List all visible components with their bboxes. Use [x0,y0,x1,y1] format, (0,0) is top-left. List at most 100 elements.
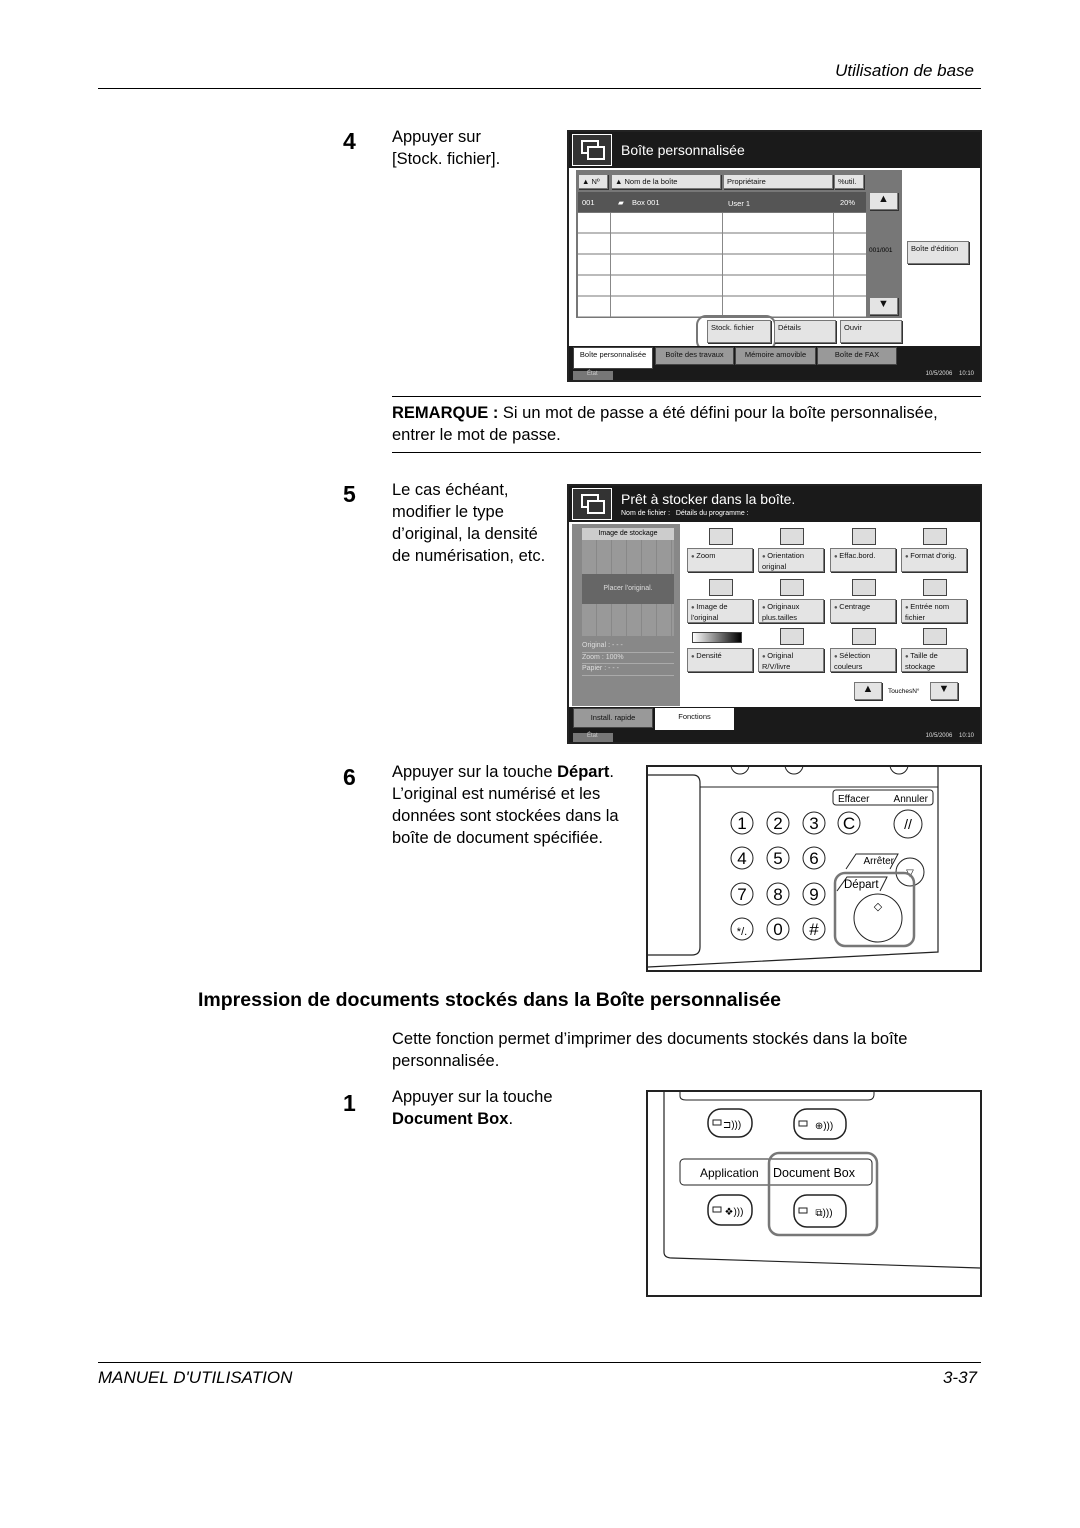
svg-text:5: 5 [773,849,782,868]
svg-text:◇: ◇ [874,901,883,913]
function-icon [852,528,876,545]
datetime: 10/5/2006 10:10 [925,733,974,739]
key-6[interactable]: 6 [802,846,826,870]
page-number: 3-37 [942,1368,977,1387]
send-key[interactable]: ⊕))) [793,1108,847,1140]
step-text: Appuyer sur la touche Départ. L’original… [392,763,619,847]
footer-manual: MANUEL D'UTILISATION [98,1368,293,1387]
key-4[interactable]: 4 [730,846,754,870]
key-C[interactable]: C [837,811,861,835]
empty-rows [578,213,866,317]
svg-text:C: C [843,814,855,833]
key-down-button[interactable]: ▼ [930,682,958,700]
svg-text:3: 3 [809,814,818,833]
scroll-down-button[interactable]: ▼ [869,297,898,315]
step-number: 4 [343,128,356,154]
function-button[interactable]: Entrée nom fichier [901,599,967,623]
status-button[interactable]: État [573,371,613,380]
function-button[interactable]: Sélection couleurs [830,648,896,672]
svg-text:⊐))): ⊐))) [723,1120,741,1131]
screen-title: Boîte personnalisée [621,142,745,158]
col-usage[interactable]: %util. [834,174,864,189]
tab-job-box[interactable]: Boîte des travaux [655,347,734,365]
section-header: Utilisation de base [835,61,974,80]
reset-button[interactable]: // [893,809,923,839]
function-button[interactable]: Originaux plus.tailles [758,599,824,623]
key-#[interactable]: # [802,917,826,941]
function-icon [923,628,947,645]
document-box-label: Document Box [773,1166,856,1180]
step-text: Appuyer sur [Stock. fichier]. [392,128,501,168]
step-text: Le cas échéant, modifier le type d’origi… [392,481,546,565]
key-7[interactable]: 7 [730,882,754,906]
application-key[interactable]: ❖))) [707,1194,753,1226]
key-1[interactable]: 1 [730,811,754,835]
tab-custom-box[interactable]: Boîte personnalisée [573,347,653,369]
svg-text:7: 7 [737,885,746,904]
function-button[interactable]: Taille de stockage [901,648,967,672]
function-button[interactable]: Zoom [687,548,753,572]
svg-text:*/.: */. [737,926,747,938]
tab-removable-memory[interactable]: Mémoire amovible [735,347,816,365]
tab-fax-box[interactable]: Boîte de FAX [817,347,897,365]
svg-text:#: # [809,920,819,939]
key-9[interactable]: 9 [802,882,826,906]
start-button[interactable]: ◇ [853,893,903,943]
function-button[interactable]: Effac.bord. [830,548,896,572]
function-button[interactable]: Centrage [830,599,896,623]
key-5[interactable]: 5 [766,846,790,870]
program-key[interactable]: ⊐))) [707,1108,753,1138]
sort-no[interactable]: ▲ Nº [578,174,608,189]
function-button[interactable]: Orientation original [758,548,824,572]
sort-name[interactable]: ▲ Nom de la boîte [611,174,721,189]
info-list: Original : - - - Zoom : 100% Papier : - … [582,641,674,676]
edit-box-button[interactable]: Boîte d'édition [907,241,969,264]
svg-text:8: 8 [773,885,782,904]
function-button[interactable]: Original R/V/livre [758,648,824,672]
col-owner[interactable]: Propriétaire [723,174,833,189]
function-icon [923,579,947,596]
svg-text:6: 6 [809,849,818,868]
key-up-button[interactable]: ▲ [854,682,882,700]
function-button[interactable]: Densité [687,648,753,672]
screen-subtitle: Nom de fichier : Détails du programme : [621,510,749,517]
function-icon [923,528,947,545]
details-button[interactable]: Détails [774,320,836,343]
svg-text:9: 9 [809,885,818,904]
divider [98,1362,981,1363]
svg-text:1: 1 [737,814,746,833]
function-icon [709,579,733,596]
section-title: Impression de documents stockés dans la … [198,989,782,1011]
note: REMARQUE : Si un mot de passe a été défi… [392,404,938,444]
tab-quick-setup[interactable]: Install. rapide [573,708,653,728]
svg-text:⊕))): ⊕))) [815,1121,833,1132]
svg-text:⧉))): ⧉))) [815,1208,832,1219]
scroll-up-button[interactable]: ▲ [869,192,898,210]
key-*/.[interactable]: */. [730,917,754,941]
document-box-key[interactable]: ⧉))) [793,1194,847,1228]
function-button[interactable]: Image de l'original [687,599,753,623]
function-icon [852,579,876,596]
keys-label: TouchesN° [888,688,920,695]
key-3[interactable]: 3 [802,811,826,835]
tab-functions[interactable]: Fonctions [655,708,734,730]
table-row[interactable]: 001 ▰ Box 001 User 1 20% [578,192,866,212]
function-icon [852,628,876,645]
svg-text:4: 4 [737,849,746,868]
key-8[interactable]: 8 [766,882,790,906]
start-label: Départ [844,879,879,891]
key-2[interactable]: 2 [766,811,790,835]
function-button[interactable]: Format d'orig. [901,548,967,572]
document-box-icon [572,134,612,166]
key-0[interactable]: 0 [766,917,790,941]
status-button[interactable]: État [573,733,613,742]
document-box-icon [572,488,612,520]
open-button[interactable]: Ouvir [840,320,902,343]
density-gradient-icon [692,632,742,643]
step-number: 1 [343,1090,356,1116]
page-indicator: 001/001 [869,247,893,254]
divider [392,452,981,453]
clear-label: Effacer [838,794,870,805]
divider [392,396,981,397]
reset-label: Annuler [894,794,929,805]
